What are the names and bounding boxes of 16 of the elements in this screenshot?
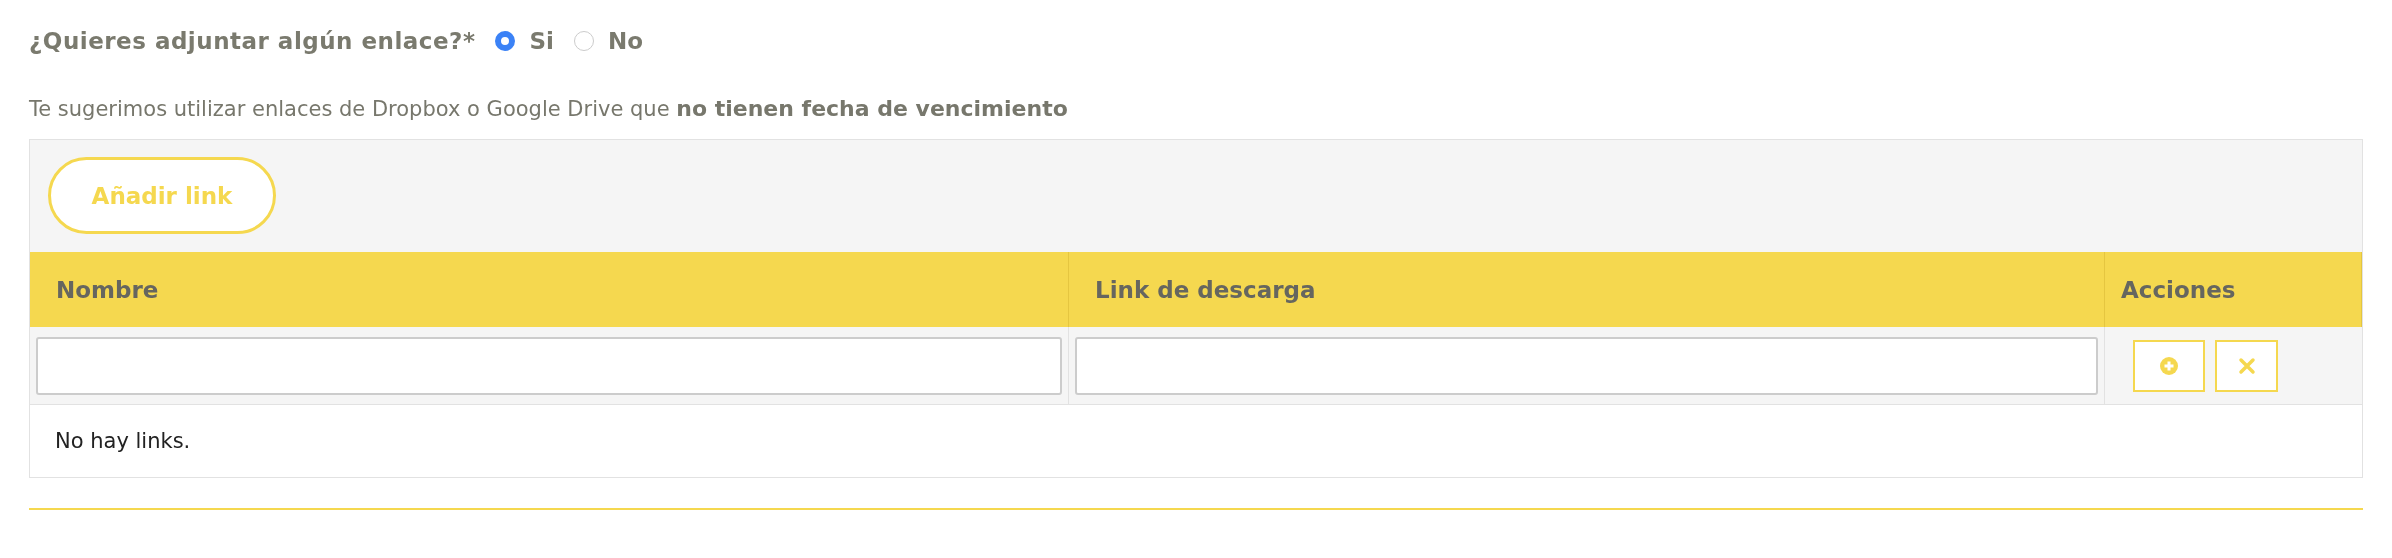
- column-header: Link de descarga: [1069, 252, 2105, 327]
- text-input-field[interactable]: [1075, 336, 2098, 395]
- radio-option[interactable]: Si: [495, 28, 554, 54]
- hint-text: Te sugerimos utilizar enlaces de Dropbox o Google Drive que no tienen fecha de vencimiento: [29, 96, 1069, 121]
- radio-button[interactable]: [495, 31, 516, 51]
- empty-message: No hay links.: [55, 429, 191, 453]
- column-header: Nombre: [30, 252, 1069, 327]
- column-header: Acciones: [2105, 252, 2362, 327]
- remove-row-button[interactable]: [2215, 339, 2278, 392]
- text-input-field[interactable]: [36, 336, 1062, 395]
- radio-option[interactable]: No: [573, 28, 643, 54]
- plus-circle-icon: [2160, 356, 2178, 375]
- radio-button[interactable]: [573, 31, 594, 51]
- add-row-button[interactable]: [2133, 339, 2205, 392]
- question-label: ¿Quieres adjuntar algún enlace?*: [29, 28, 476, 54]
- close-icon: [2237, 356, 2256, 375]
